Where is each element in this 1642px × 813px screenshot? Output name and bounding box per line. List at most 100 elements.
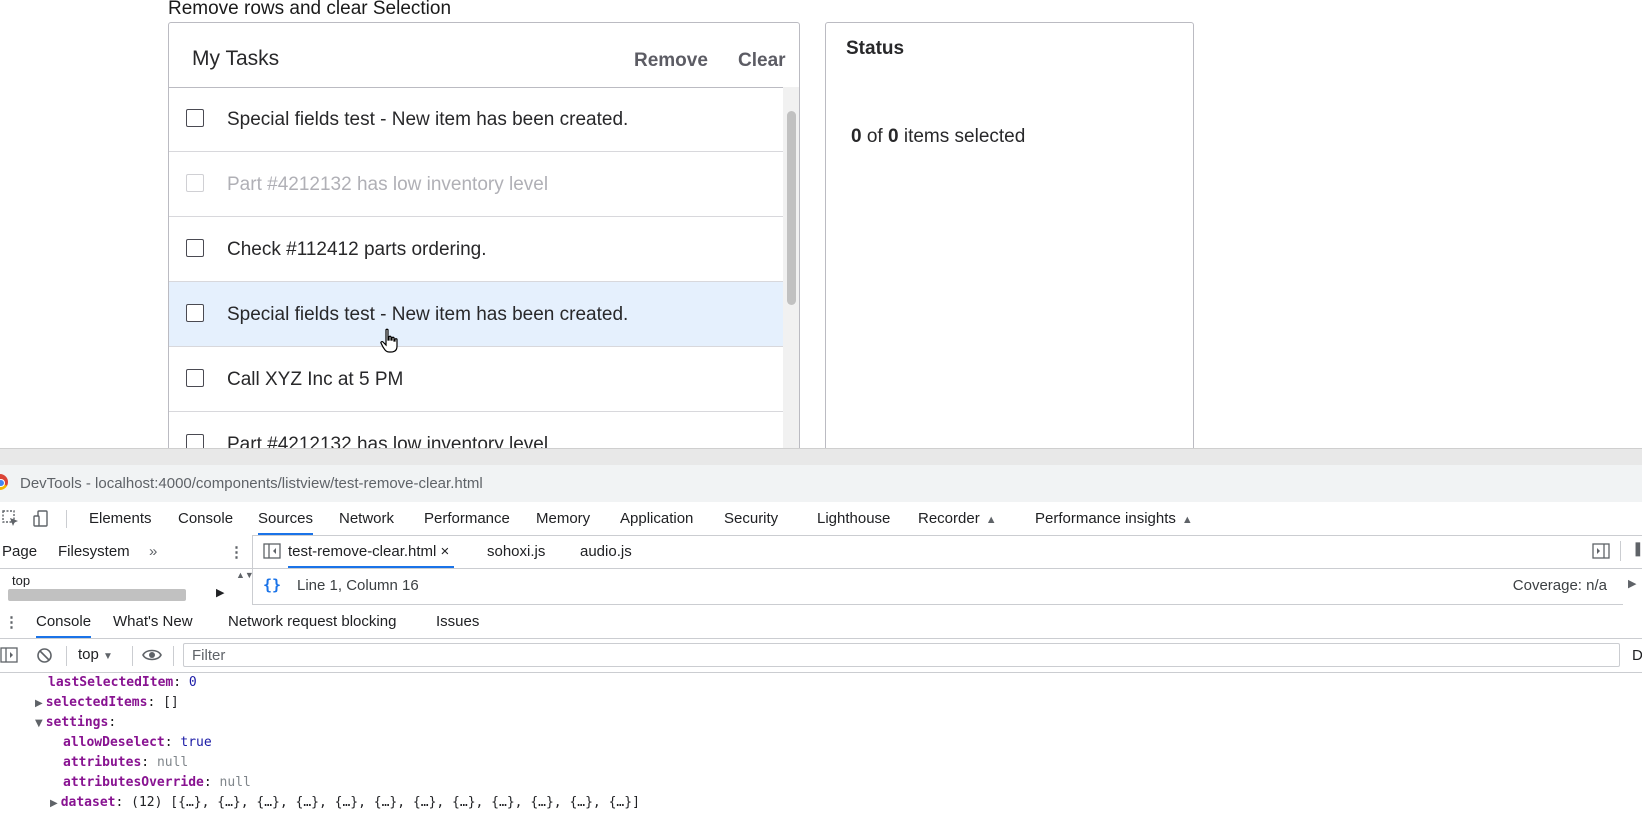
tab-recorder-label: Recorder: [918, 510, 980, 527]
collapse-triangle-icon[interactable]: ▼: [35, 718, 43, 729]
list-item[interactable]: Part #4212132 has low inventory level: [169, 412, 783, 448]
expand-triangle-icon[interactable]: ▶: [50, 798, 58, 809]
console-value: true: [180, 735, 212, 750]
context-select[interactable]: top ▼: [78, 646, 113, 663]
tree-item-top[interactable]: top: [12, 573, 30, 587]
console-key: attributes: [63, 755, 142, 770]
console-key: allowDeselect: [63, 735, 165, 750]
console-output: lastSelectedItem: 0 ▶ selectedItems: [] ▼…: [0, 673, 1642, 813]
pretty-print-icon[interactable]: {}: [263, 576, 281, 594]
drawer-menu-icon[interactable]: ⋮: [4, 613, 19, 631]
source-status-bar: {} Line 1, Column 16 Coverage: n/a: [253, 568, 1623, 605]
tab-lighthouse[interactable]: Lighthouse: [817, 510, 890, 527]
expand-icon[interactable]: ▶: [1628, 577, 1636, 590]
tab-network[interactable]: Network: [339, 510, 394, 527]
tab-application[interactable]: Application: [620, 510, 693, 527]
toggle-debugger-icon[interactable]: [1592, 543, 1610, 559]
list-item-text: Part #4212132 has low inventory level: [227, 434, 549, 448]
list-item[interactable]: Call XYZ Inc at 5 PM: [169, 347, 783, 412]
tab-security[interactable]: Security: [724, 510, 778, 527]
list-item-text: Special fields test - New item has been …: [227, 304, 629, 325]
drawer-tab-whats-new[interactable]: What's New: [113, 613, 193, 630]
toolbar-divider: [173, 646, 174, 666]
source-file-tabs: test-remove-clear.html × sohoxi.js audio…: [253, 535, 1642, 569]
console-sep: :: [115, 795, 132, 810]
devtools-titlebar: DevTools - localhost:4000/components/lis…: [0, 465, 1642, 502]
devtools-resizer[interactable]: [0, 448, 1642, 466]
console-value: null: [156, 755, 189, 770]
console-sep: :: [141, 755, 157, 770]
nav-tab-filesystem[interactable]: Filesystem: [58, 543, 130, 560]
close-icon[interactable]: ×: [441, 543, 450, 560]
nav-tab-page[interactable]: Page: [2, 543, 37, 560]
console-sep: :: [203, 775, 220, 790]
console-line[interactable]: ▶ selectedItems: []: [35, 695, 179, 710]
tasks-card: My Tasks Remove Clear Special fields tes…: [168, 22, 800, 448]
list-item[interactable]: Special fields test - New item has been …: [169, 87, 783, 152]
page-heading: Remove rows and clear Selection: [168, 0, 452, 19]
eye-icon[interactable]: [142, 648, 162, 662]
pause-icon[interactable]: ❚: [1632, 540, 1642, 557]
tasks-card-header: My Tasks Remove Clear: [169, 23, 799, 88]
source-tab-test-remove-clear[interactable]: test-remove-clear.html ×: [288, 543, 455, 568]
console-line: lastSelectedItem: 0: [48, 675, 197, 690]
scroll-updown-icon[interactable]: ▲▼: [236, 570, 254, 580]
tab-sources[interactable]: Sources: [258, 510, 314, 535]
devtools-main-tabs: Elements Console Sources Network Perform…: [0, 502, 1642, 536]
toggle-navigator-icon[interactable]: [263, 543, 281, 559]
drawer-tab-network-request-blocking[interactable]: Network request blocking: [228, 613, 396, 630]
list-item-text: Part #4212132 has low inventory level: [227, 174, 549, 195]
remove-button[interactable]: Remove: [634, 50, 708, 72]
console-key: settings: [45, 715, 109, 730]
selected-suffix: items selected: [903, 126, 1026, 147]
navigator-hscroll[interactable]: [8, 589, 186, 601]
console-sidebar-icon[interactable]: [0, 647, 18, 663]
row-checkbox[interactable]: [186, 304, 204, 322]
console-key: lastSelectedItem: [48, 675, 174, 690]
tab-performance-insights[interactable]: Performance insights ▲: [1035, 510, 1193, 527]
scroll-thumb[interactable]: [787, 111, 796, 305]
more-tabs-icon[interactable]: »: [149, 543, 157, 560]
tab-memory[interactable]: Memory: [536, 510, 590, 527]
console-filter-input[interactable]: [183, 643, 1620, 667]
default-levels-truncated[interactable]: D: [1632, 647, 1642, 664]
clear-button[interactable]: Clear: [738, 50, 786, 72]
row-checkbox[interactable]: [186, 109, 204, 127]
console-line[interactable]: ▶ dataset: (12) [{…}, {…}, {…}, {…}, {…},…: [50, 795, 640, 810]
task-list: Special fields test - New item has been …: [169, 87, 783, 448]
tab-console[interactable]: Console: [178, 510, 233, 527]
source-tab-sohoxi[interactable]: sohoxi.js: [487, 543, 545, 560]
clear-console-icon[interactable]: [36, 647, 53, 664]
inspect-element-icon[interactable]: [2, 510, 20, 528]
list-scrollbar[interactable]: [783, 87, 799, 448]
cursor-position: Line 1, Column 16: [297, 577, 419, 594]
drawer-tab-issues[interactable]: Issues: [436, 613, 479, 630]
tab-elements[interactable]: Elements: [89, 510, 152, 527]
console-key: dataset: [60, 795, 116, 810]
beaker-icon: ▲: [1181, 514, 1193, 526]
navigator-menu-icon[interactable]: ⋮: [229, 543, 244, 561]
console-key: attributesOverride: [63, 775, 204, 790]
row-checkbox[interactable]: [186, 434, 204, 448]
expand-triangle-icon[interactable]: ▶: [35, 698, 43, 709]
console-value: (12) [{…}, {…}, {…}, {…}, {…}, {…}, {…},…: [131, 795, 640, 810]
list-item[interactable]: Check #112412 parts ordering.: [169, 217, 783, 282]
console-line: allowDeselect: true: [63, 735, 212, 750]
list-item[interactable]: Special fields test - New item has been …: [169, 282, 783, 347]
device-toolbar-icon[interactable]: [33, 510, 51, 528]
console-sep: :: [147, 695, 164, 710]
chrome-icon: [0, 474, 8, 490]
row-checkbox[interactable]: [186, 239, 204, 257]
status-title: Status: [846, 38, 905, 59]
drawer-tab-console[interactable]: Console: [36, 613, 92, 638]
console-sep: :: [164, 735, 181, 750]
hand-cursor-icon: [380, 328, 398, 353]
tasks-title: My Tasks: [192, 47, 280, 70]
source-tab-audio[interactable]: audio.js: [580, 543, 632, 560]
coverage-status: Coverage: n/a: [1512, 577, 1607, 594]
scroll-right-icon[interactable]: ▶: [216, 586, 224, 599]
console-line[interactable]: ▼ settings:: [35, 715, 116, 730]
tab-performance[interactable]: Performance: [424, 510, 510, 527]
tab-recorder[interactable]: Recorder ▲: [918, 510, 997, 527]
row-checkbox[interactable]: [186, 369, 204, 387]
